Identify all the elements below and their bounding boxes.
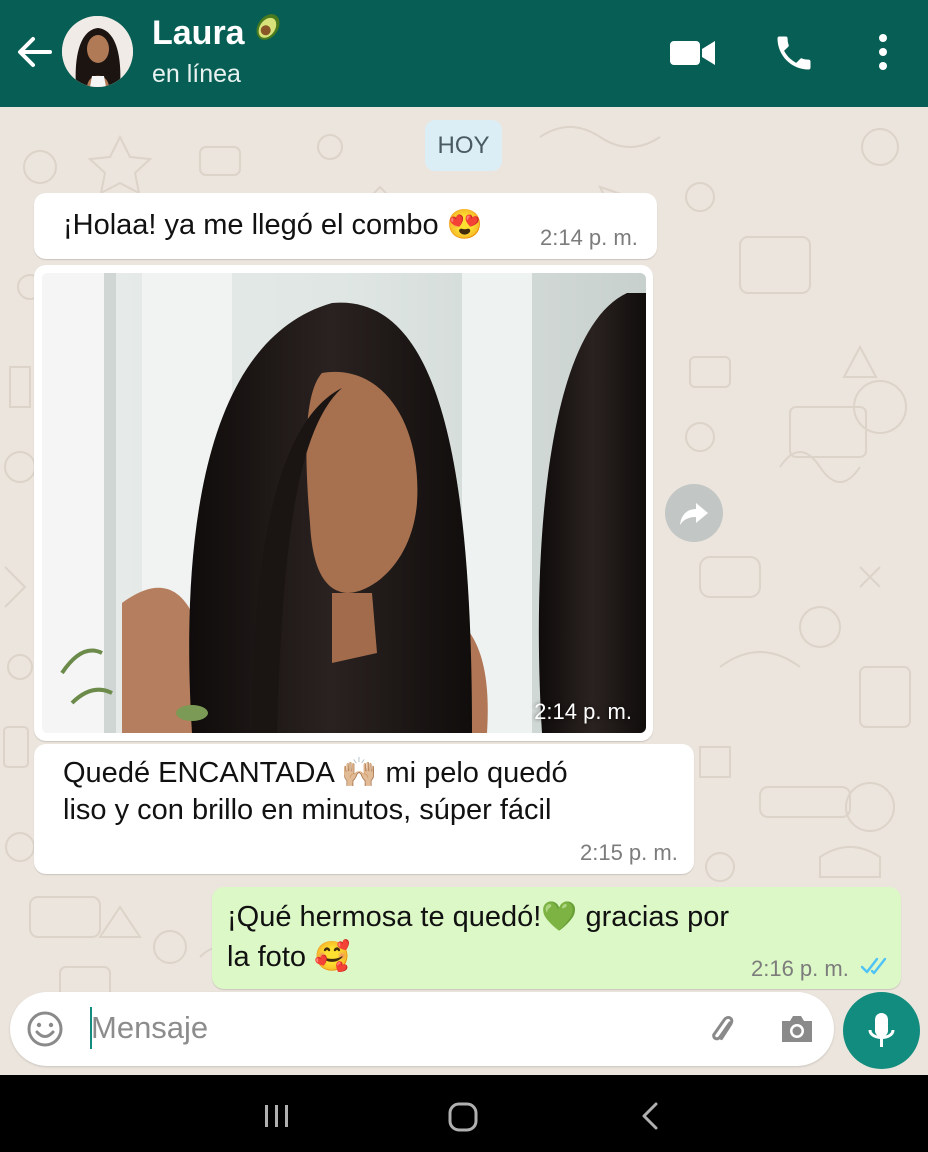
message-time: 2:15 p. m. — [580, 840, 678, 865]
system-navigation-bar — [0, 1075, 928, 1152]
contact-name[interactable]: Laura — [152, 12, 285, 53]
emoji-icon[interactable] — [26, 1010, 64, 1048]
back-icon[interactable] — [638, 1101, 662, 1131]
attach-icon[interactable] — [704, 1010, 744, 1050]
message-line: ¡Qué hermosa te quedó!💚 gracias por — [227, 901, 729, 933]
incoming-image-bubble[interactable]: 2:14 p. m. — [34, 265, 653, 741]
message-composer — [10, 992, 834, 1066]
video-call-icon[interactable] — [668, 30, 718, 76]
message-time: 2:16 p. m. — [751, 956, 849, 981]
shared-photo[interactable]: 2:14 p. m. — [42, 273, 646, 733]
incoming-message-bubble[interactable]: ¡Holaa! ya me llegó el combo 😍 2:14 p. m… — [34, 193, 657, 259]
message-input[interactable] — [91, 1002, 651, 1054]
back-arrow-icon[interactable] — [14, 30, 54, 74]
camera-icon[interactable] — [778, 1012, 816, 1046]
outgoing-message-bubble[interactable]: ¡Qué hermosa te quedó!💚 gracias por la f… — [212, 887, 901, 989]
message-text: ¡Holaa! ya me llegó el combo 😍 — [63, 209, 483, 241]
chat-area[interactable]: HOY ¡Holaa! ya me llegó el combo 😍 2:14 … — [0, 107, 928, 1075]
chat-header: Laura en línea — [0, 0, 928, 107]
mic-button[interactable] — [843, 992, 920, 1069]
date-chip: HOY — [425, 120, 502, 171]
avocado-emoji-icon — [251, 12, 285, 51]
more-options-icon[interactable] — [872, 30, 894, 76]
incoming-message-bubble[interactable]: Quedé ENCANTADA 🙌🏼 mi pelo quedó liso y … — [34, 744, 694, 874]
contact-name-text: Laura — [152, 14, 245, 52]
read-receipt-double-check-icon — [860, 955, 890, 977]
presence-status: en línea — [152, 60, 241, 88]
message-line: liso y con brillo en minutos, súper fáci… — [63, 794, 552, 826]
phone-call-icon[interactable] — [772, 30, 816, 76]
avatar[interactable] — [62, 16, 133, 87]
forward-icon[interactable] — [665, 484, 723, 542]
message-time: 2:14 p. m. — [540, 225, 638, 250]
home-icon[interactable] — [447, 1102, 479, 1132]
message-line: Quedé ENCANTADA 🙌🏼 mi pelo quedó — [63, 757, 568, 789]
recent-apps-icon[interactable] — [262, 1103, 292, 1129]
message-time: 2:14 p. m. — [534, 699, 632, 724]
mic-icon — [868, 1013, 895, 1047]
message-line: la foto 🥰 — [227, 941, 351, 973]
